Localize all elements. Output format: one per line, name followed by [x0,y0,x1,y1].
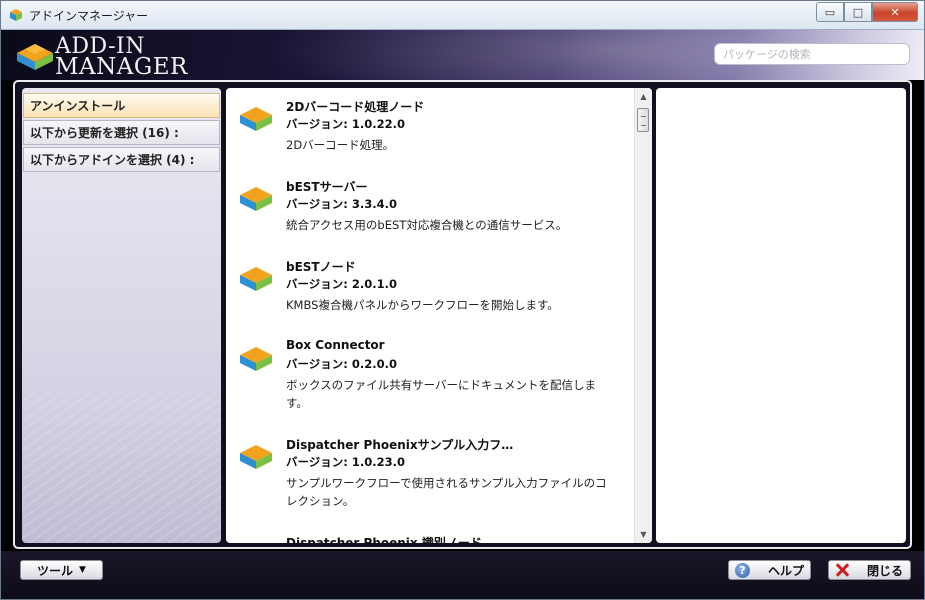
package-name: bESTサーバー [286,180,368,194]
sidebar-item-updates[interactable]: 以下から更新を選択 (16) : [23,120,220,145]
maximize-button[interactable]: □ [844,2,872,22]
content-frame: アンインストール 以下から更新を選択 (16) : 以下からアドインを選択 (4… [13,80,912,549]
package-name: Dispatcher Phoenix 識別ノード [286,536,482,543]
package-name: Box Connector [286,338,385,352]
app-cube-icon [10,9,22,21]
sidebar-item-addins[interactable]: 以下からアドインを選択 (4) : [23,147,220,172]
package-description: 統合アクセス用のbEST対応複合機との通信サービス。 [286,218,568,232]
package-description: ボックスのファイル共有サーバーにドキュメントを配信します。 [286,378,597,410]
package-search-input[interactable] [714,43,910,65]
sidebar-item-uninstall[interactable]: アンインストール [23,93,220,118]
package-name: 2Dバーコード処理ノード [286,100,425,114]
list-item[interactable]: 2Dバーコード処理ノード バージョン: 1.0.22.0 2Dバーコード処理。 [226,94,626,174]
package-cube-icon [240,445,272,469]
footer-bar: ツール ▼ ? ヘルプ 閉じる [1,551,924,599]
package-description: サンプルワークフローで使用されるサンプル入力ファイルのコレクション。 [286,476,607,508]
title-bar: アドインマネージャー ▭ □ ✕ [1,1,924,30]
list-item[interactable]: Box Connector バージョン: 0.2.0.0 ボックスのファイル共有… [226,334,626,430]
package-cube-icon [240,107,272,131]
list-item[interactable]: bESTノード バージョン: 2.0.1.0 KMBS複合機パネルからワークフロ… [226,254,626,334]
close-window-button[interactable]: ✕ [872,2,918,22]
logo-text: ADD-IN MANAGER [55,36,188,80]
header-banner: ADD-IN MANAGER [1,30,924,80]
package-description: KMBS複合機パネルからワークフローを開始します。 [286,298,559,312]
close-label: 閉じる [867,563,904,578]
package-description: 2Dバーコード処理。 [286,138,395,152]
package-version: バージョン: 2.0.1.0 [286,277,397,291]
package-cube-icon [240,347,272,371]
list-item[interactable]: bESTサーバー バージョン: 3.3.4.0 統合アクセス用のbEST対応複合… [226,174,626,254]
scroll-down-arrow-icon[interactable]: ▼ [635,526,652,543]
list-scrollbar[interactable]: ▲ ▼ [634,88,652,543]
help-label: ヘルプ [768,563,805,578]
sidebar-decoration [22,393,221,543]
scroll-up-arrow-icon[interactable]: ▲ [635,88,652,105]
tools-label: ツール [37,563,74,578]
list-item[interactable]: Dispatcher Phoenix 識別ノード [226,530,626,543]
close-x-icon [835,563,849,577]
minimize-button[interactable]: ▭ [816,2,844,22]
package-cube-icon [240,187,272,211]
package-list: 2Dバーコード処理ノード バージョン: 1.0.22.0 2Dバーコード処理。 … [226,88,634,543]
window-title: アドインマネージャー [29,9,149,23]
window-controls: ▭ □ ✕ [816,2,918,22]
help-icon: ? [735,562,750,578]
addin-manager-window: アドインマネージャー ▭ □ ✕ ADD-IN MANAGER アンインストール… [0,0,925,600]
logo-cube-icon [17,44,53,70]
package-version: バージョン: 1.0.23.0 [286,455,405,469]
caret-down-icon: ▼ [79,565,86,575]
details-pane [656,88,906,543]
tools-button[interactable]: ツール ▼ [20,560,103,580]
help-button[interactable]: ? ヘルプ [728,560,811,580]
list-item[interactable]: Dispatcher Phoenixサンプル入力フ… バージョン: 1.0.23… [226,432,626,528]
logo-line-2: MANAGER [55,54,188,80]
scroll-thumb[interactable] [637,108,649,132]
package-version: バージョン: 3.3.4.0 [286,197,397,211]
close-button[interactable]: 閉じる [828,560,911,580]
package-version: バージョン: 0.2.0.0 [286,357,397,371]
category-sidebar: アンインストール 以下から更新を選択 (16) : 以下からアドインを選択 (4… [22,88,221,543]
package-name: Dispatcher Phoenixサンプル入力フ… [286,438,514,452]
package-list-pane: 2Dバーコード処理ノード バージョン: 1.0.22.0 2Dバーコード処理。 … [226,88,652,543]
package-version: バージョン: 1.0.22.0 [286,117,405,131]
package-cube-icon [240,267,272,291]
package-name: bESTノード [286,260,356,274]
